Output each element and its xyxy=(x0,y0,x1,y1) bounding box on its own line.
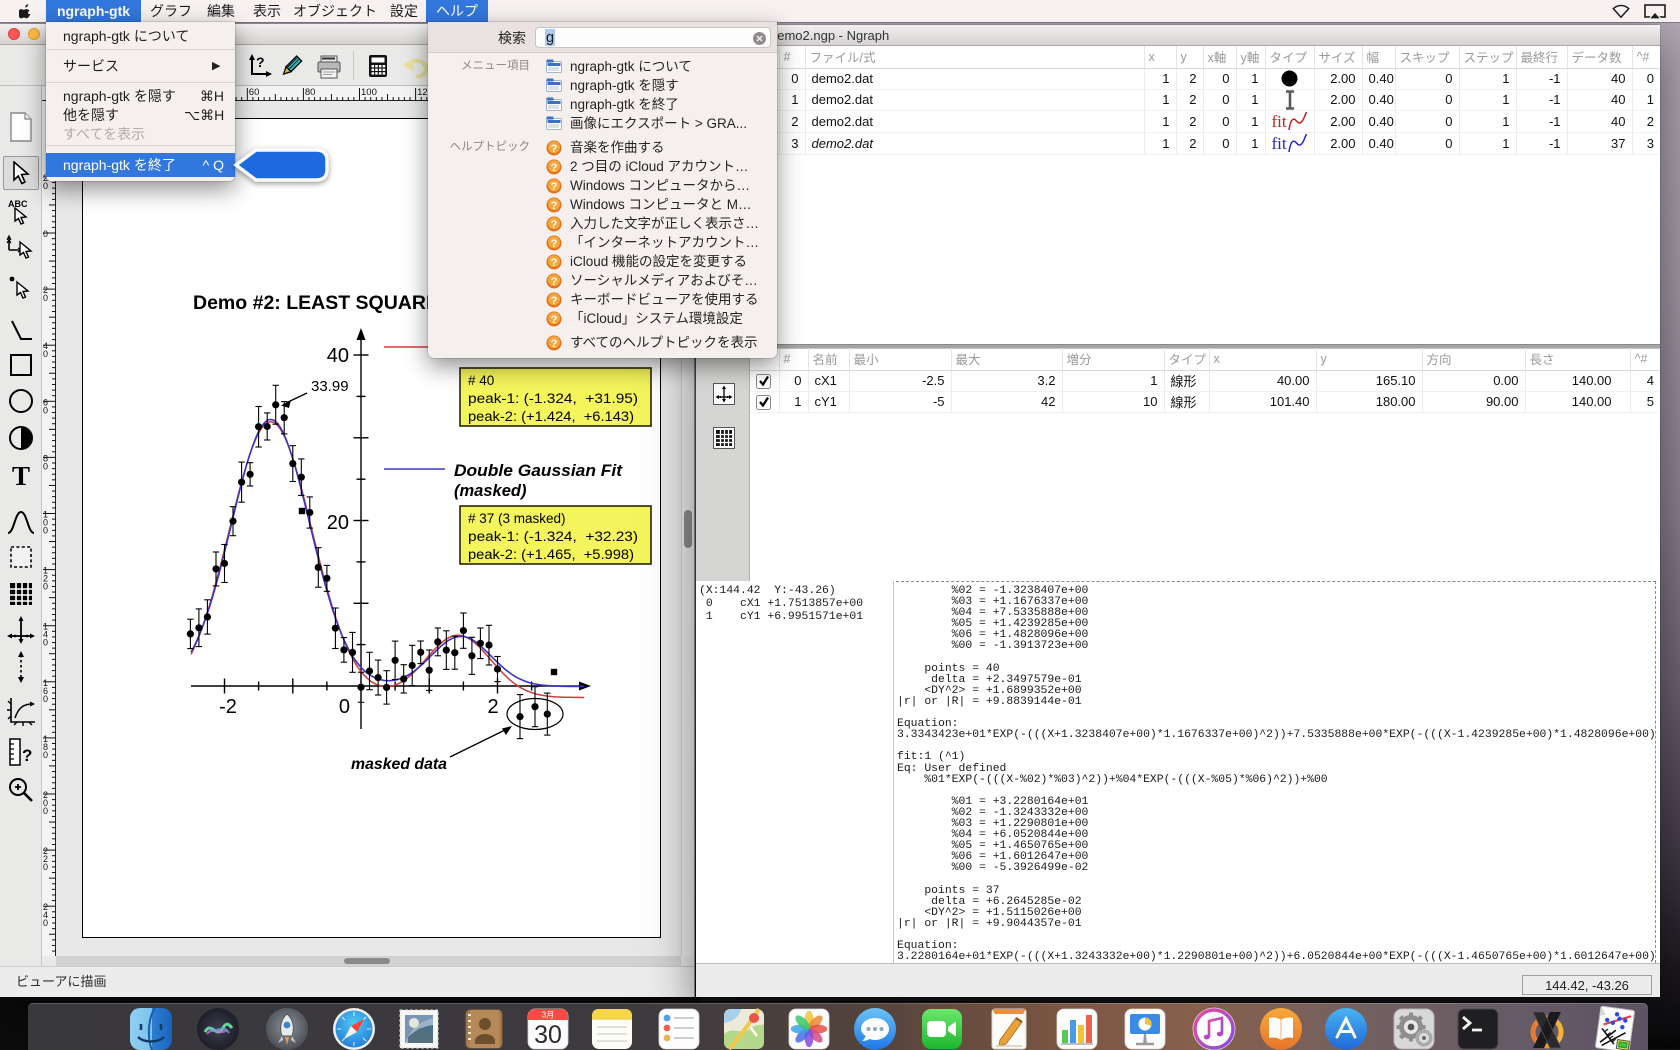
svg-text:30: 30 xyxy=(534,1021,562,1049)
svg-text:(masked): (masked) xyxy=(454,482,527,500)
svg-text:?: ? xyxy=(256,54,265,70)
svg-text:40: 40 xyxy=(327,345,349,367)
svg-text:0: 0 xyxy=(43,750,48,760)
svg-text:?: ? xyxy=(551,219,558,231)
svg-text:60: 60 xyxy=(249,87,260,98)
svg-text:2: 2 xyxy=(487,696,498,718)
svg-text:0: 0 xyxy=(43,526,48,536)
svg-text:100: 100 xyxy=(361,87,377,98)
svg-text:0: 0 xyxy=(43,229,48,239)
svg-text:0: 0 xyxy=(43,181,48,191)
svg-text:# 40: # 40 xyxy=(468,373,494,388)
svg-text:?: ? xyxy=(551,338,558,350)
svg-text:# 37 (3 masked): # 37 (3 masked) xyxy=(468,511,566,526)
svg-text:0: 0 xyxy=(43,461,48,471)
svg-text:0: 0 xyxy=(43,638,48,648)
svg-text:0: 0 xyxy=(43,349,48,359)
svg-text:0: 0 xyxy=(43,694,48,704)
svg-text:?: ? xyxy=(551,181,558,193)
svg-text:masked data: masked data xyxy=(351,756,447,773)
svg-text:?: ? xyxy=(551,200,558,212)
svg-text:peak-1: (-1.324, +32.23): peak-1: (-1.324, +32.23) xyxy=(468,529,638,544)
svg-text:peak-1: (-1.324, +31.95): peak-1: (-1.324, +31.95) xyxy=(468,391,638,406)
svg-text:0: 0 xyxy=(339,696,350,718)
svg-text:-2: -2 xyxy=(219,696,237,718)
svg-text:33.99: 33.99 xyxy=(311,378,349,395)
svg-text:?: ? xyxy=(551,314,558,326)
svg-text:0: 0 xyxy=(43,918,48,928)
svg-text:T: T xyxy=(12,461,30,489)
svg-text:0: 0 xyxy=(43,293,48,303)
svg-text:80: 80 xyxy=(305,87,316,98)
svg-text:3月: 3月 xyxy=(542,1011,554,1020)
svg-text:?: ? xyxy=(551,162,558,174)
svg-text:?: ? xyxy=(551,295,558,307)
svg-text:0: 0 xyxy=(43,806,48,816)
svg-text:?: ? xyxy=(551,257,558,269)
svg-text:20: 20 xyxy=(327,512,349,534)
svg-text:?: ? xyxy=(551,238,558,250)
svg-text:?: ? xyxy=(22,746,32,765)
svg-text:ABC: ABC xyxy=(8,199,28,209)
svg-text:?: ? xyxy=(551,143,558,155)
svg-text:0: 0 xyxy=(43,862,48,872)
svg-text:Double Gaussian Fit: Double Gaussian Fit xyxy=(454,462,624,480)
svg-text:0: 0 xyxy=(43,405,48,415)
svg-text:peak-2: (+1.424, +6.143): peak-2: (+1.424, +6.143) xyxy=(468,409,634,424)
svg-text:peak-2: (+1.465, +5.998): peak-2: (+1.465, +5.998) xyxy=(468,547,634,562)
svg-text:?: ? xyxy=(551,276,558,288)
svg-text:0: 0 xyxy=(43,582,48,592)
